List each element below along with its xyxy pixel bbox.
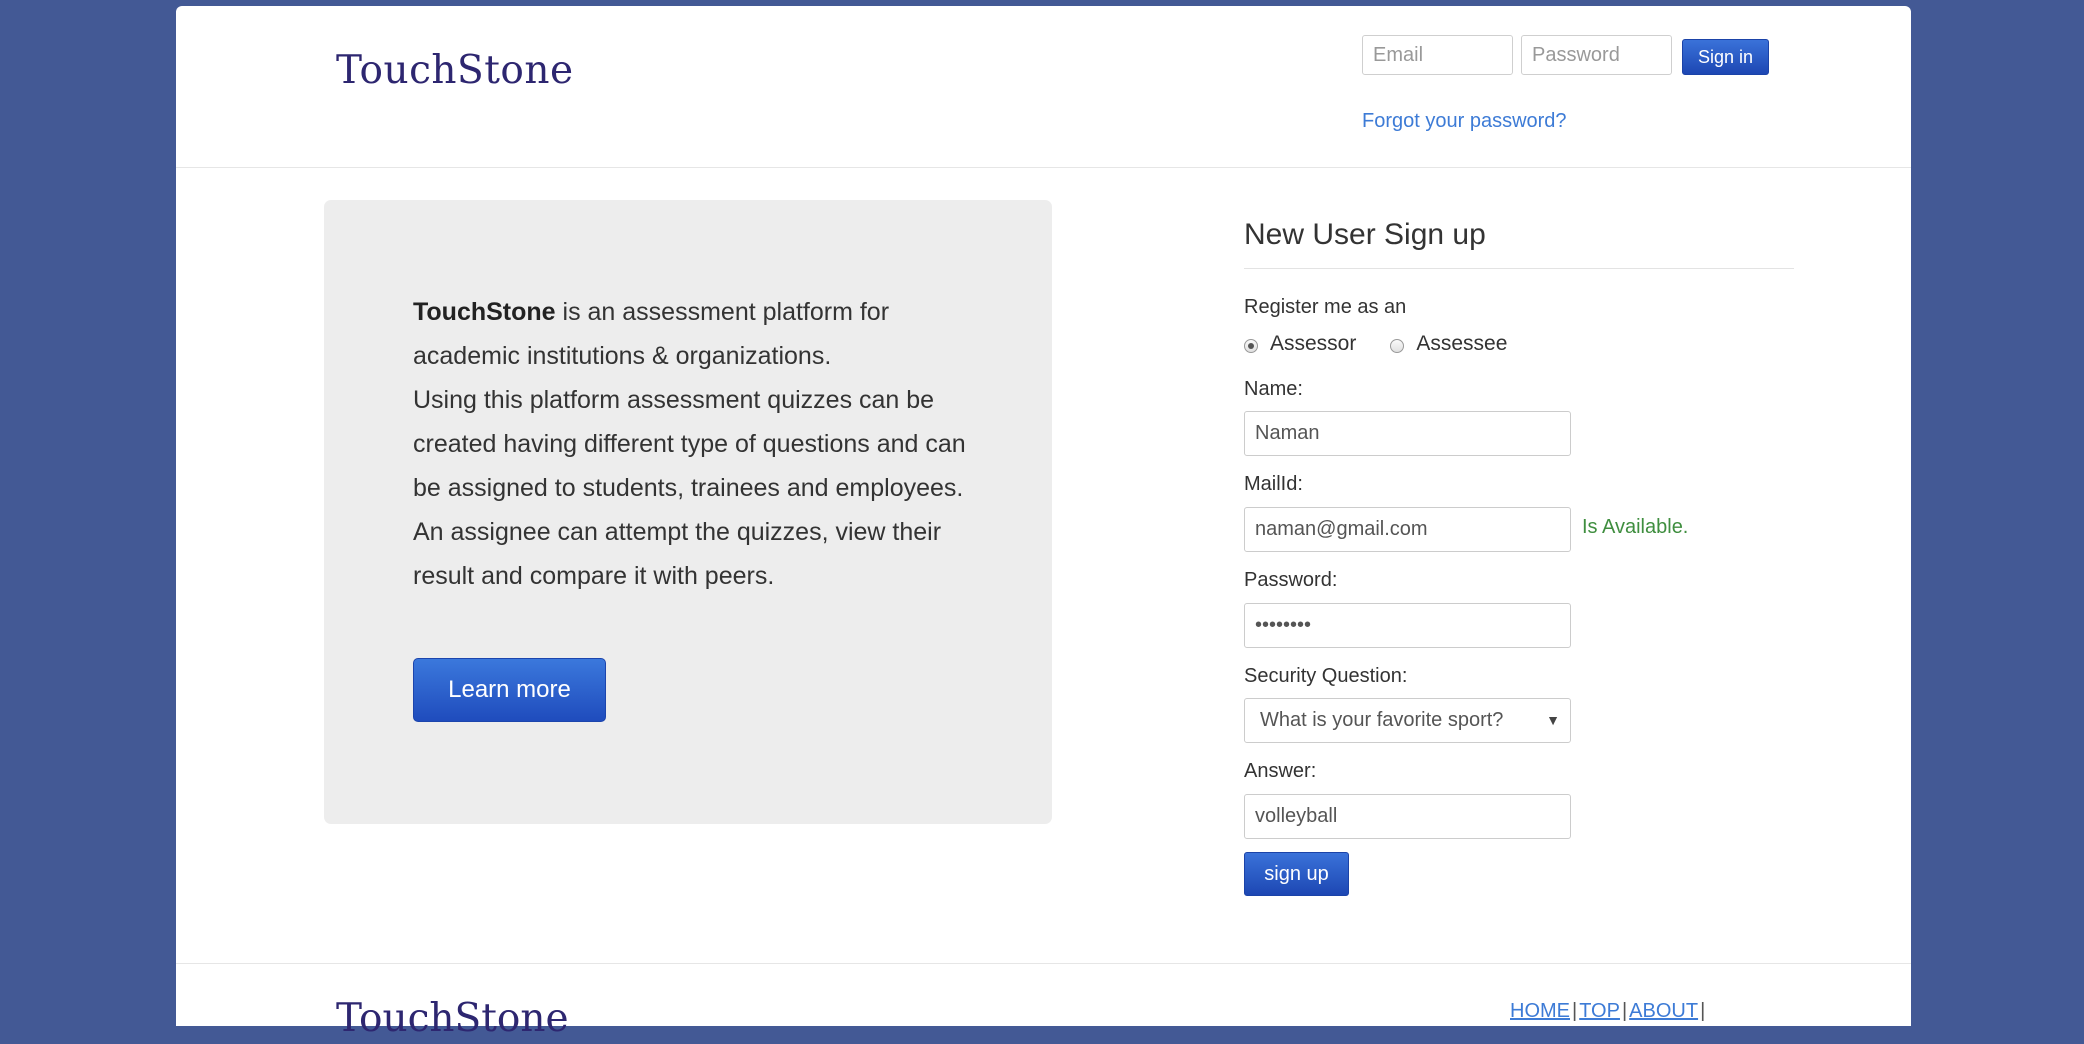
info-description: TouchStone is an assessment platform for… (413, 290, 973, 598)
info-brand: TouchStone (413, 298, 556, 326)
answer-input[interactable]: volleyball (1244, 794, 1571, 839)
sign-up-button[interactable]: sign up (1244, 852, 1349, 896)
signup-form: New User Sign up Register me as an Asses… (1244, 206, 1794, 896)
sign-in-button[interactable]: Sign in (1682, 39, 1769, 75)
footer-separator: | (1700, 1000, 1706, 1022)
footer-separator: | (1572, 1000, 1578, 1022)
mail-availability-status: Is Available. (1582, 516, 1689, 538)
answer-label: Answer: (1244, 760, 1317, 782)
logo[interactable]: TouchStone (336, 48, 574, 93)
info-panel: TouchStone is an assessment platform for… (324, 200, 1052, 824)
footer-link-about[interactable]: ABOUT (1629, 1000, 1698, 1022)
register-label: Register me as an (1244, 296, 1407, 318)
footer: TouchStone HOME | TOP | ABOUT | (176, 963, 1911, 1044)
header: TouchStone Sign in Forgot your password? (176, 6, 1911, 168)
password-label: Password: (1244, 569, 1338, 591)
mail-input[interactable]: naman@gmail.com (1244, 507, 1571, 552)
login-email-input[interactable] (1362, 35, 1513, 75)
footer-separator: | (1621, 1000, 1628, 1022)
name-label: Name: (1244, 378, 1303, 400)
mail-label: MailId: (1244, 473, 1303, 495)
security-question-value: What is your favorite sport? (1260, 709, 1504, 731)
forgot-password-link[interactable]: Forgot your password? (1362, 110, 1567, 133)
role-radio-group: Assessor Assessee (1244, 332, 1541, 356)
security-question-select[interactable]: What is your favorite sport? ▼ (1244, 698, 1571, 743)
learn-more-button[interactable]: Learn more (413, 658, 606, 722)
radio-assessee[interactable] (1390, 339, 1405, 353)
info-line-2: Using this platform assessment quizzes c… (413, 386, 966, 590)
radio-assessor[interactable] (1244, 339, 1258, 353)
footer-logo[interactable]: TouchStone (336, 996, 569, 1041)
footer-link-top[interactable]: TOP (1579, 1000, 1620, 1022)
signup-title: New User Sign up (1244, 206, 1794, 269)
password-input[interactable]: •••••••• (1244, 603, 1571, 648)
login-password-input[interactable] (1521, 35, 1672, 75)
security-question-label: Security Question: (1244, 665, 1408, 687)
radio-assessee-label[interactable]: Assessee (1416, 332, 1507, 356)
footer-link-home[interactable]: HOME (1510, 1000, 1570, 1022)
name-input[interactable]: Naman (1244, 411, 1571, 456)
radio-assessor-label[interactable]: Assessor (1270, 332, 1356, 356)
chevron-down-icon: ▼ (1546, 712, 1560, 728)
